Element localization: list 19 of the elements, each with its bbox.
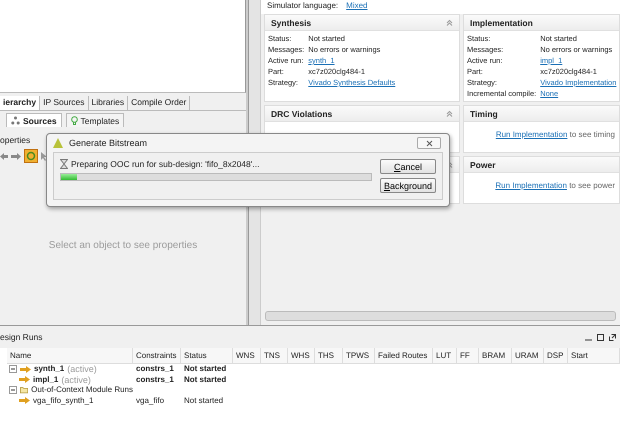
panel-title: operties [0, 135, 30, 145]
card-title: Synthesis [271, 18, 312, 28]
progress-message: Preparing OOC run for sub-design: 'fifo_8x2048'... [71, 159, 260, 169]
dialog-title: Generate Bitstream [69, 138, 148, 148]
card-title: Implementation [470, 18, 533, 28]
panel-title: esign Runs [0, 332, 43, 342]
field-label: Simulator language: [267, 1, 338, 10]
run-name: Out-of-Context Module Runs [31, 385, 133, 396]
card-title: Timing [470, 108, 498, 118]
run-name: impl_1 [33, 374, 58, 385]
run-name: vga_fifo_synth_1 [33, 396, 94, 406]
run-note: (active) [61, 374, 91, 385]
card-title: DRC Violations [271, 108, 332, 118]
card-message: Run Implementation to see power [494, 180, 616, 192]
card-title: Power [470, 160, 496, 170]
run-note: (active) [67, 364, 97, 374]
card-message: Run Implementation to see timing [494, 129, 616, 141]
empty-message: Select an object to see properties [48, 240, 198, 250]
run-name: synth_1 [34, 364, 64, 374]
